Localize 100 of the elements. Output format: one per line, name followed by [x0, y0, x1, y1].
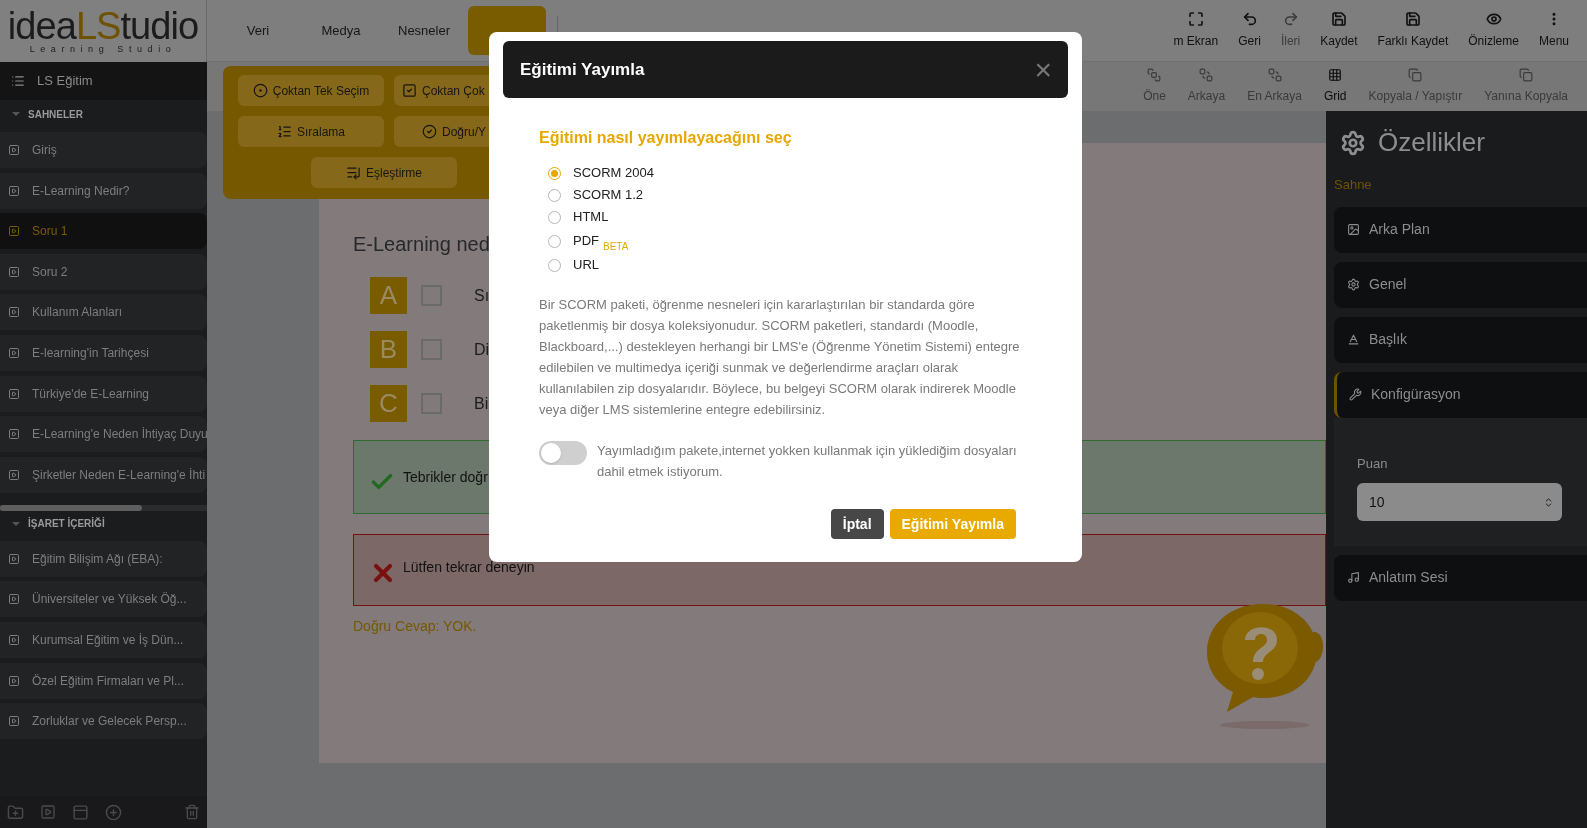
project-title: LS Eğitim [37, 72, 93, 91]
caret-icon [12, 112, 20, 116]
copy-icon [1408, 68, 1423, 82]
cancel-button[interactable]: İptal [830, 509, 884, 539]
scene-label: Şirketler Neden E-Learning'e İhti [32, 466, 206, 484]
option-text: Sı [474, 285, 490, 306]
top-tab[interactable]: Nesneler [385, 6, 464, 55]
scene-item[interactable]: Soru 2 [0, 253, 207, 290]
scene-item[interactable]: E-learning'in Tarihçesi [0, 334, 207, 371]
description-text: Bir SCORM paketi, öğrenme nesneleri için kararlaştırılan bir standarda göre paketlenmiş bir dosya koleksiyonudur. SCORM paketleri, standardı (Moodle, Blackboard,...) destekleyen herhangi bir LMS'e (Öğrenme Yönetim Sistemi) entegre edilebilen ve multimedya içeriği sunmak ve değerlendirme araçları olarak kullanılabilen zip dosyalarıdır. Böylece, bu belgeyi SCORM olarak indirerek Moodle veya diğer LMS sistemlerine entegre edebilirsiniz. [539, 296, 1021, 419]
toggle-label: Yayımladığım pakete,internet yokken kullanmak için yüklediğim dosyaları dahil etmek istiyorum. [597, 442, 1018, 481]
scene-item[interactable]: Zorluklar ve Gelecek Persp... [0, 703, 207, 740]
answer-checkbox[interactable] [421, 393, 442, 414]
scene-label: Zorluklar ve Gelecek Persp... [32, 713, 187, 731]
scene-item[interactable]: E-Learning'e Neden İhtiyaç Duyu [0, 416, 207, 453]
scene-item[interactable]: Türkiye'de E-Learning [0, 375, 207, 412]
scene-label: Kurumsal Eğitim ve İş Dün... [32, 631, 184, 649]
grid-icon [1328, 68, 1343, 82]
radio-icon [252, 83, 268, 98]
top-tab[interactable]: Veri [219, 6, 297, 55]
toolbar-button[interactable]: Grid [1312, 62, 1358, 111]
toggle-switch[interactable] [539, 441, 587, 465]
toolbar-button[interactable]: Menu [1528, 0, 1579, 61]
format-label: SCORM 1.2 [573, 186, 644, 205]
image-icon [1347, 223, 1360, 236]
caret-icon [12, 521, 20, 526]
feedback-text: Lütfen tekrar deneyin [403, 557, 535, 577]
wrench-icon [1349, 388, 1362, 401]
toolbar-button[interactable]: Farklı Kaydet [1367, 0, 1459, 61]
play-square-icon [8, 265, 20, 278]
toolbar-button[interactable]: Önizleme [1458, 0, 1529, 61]
layers-icon [1147, 68, 1162, 82]
scene-label: E-Learning Nedir? [32, 182, 130, 200]
scene-label: Kullanım Alanları [32, 304, 123, 322]
play-square-icon [8, 306, 20, 319]
play-square-icon [8, 674, 20, 687]
scene-item[interactable]: Üniversiteler ve Yüksek Öğ... [0, 581, 207, 618]
answer-checkbox[interactable] [421, 285, 442, 306]
save-icon [1330, 11, 1347, 27]
scene-label: Soru 2 [32, 263, 68, 281]
folder-plus-icon[interactable] [7, 803, 24, 821]
close-button[interactable]: × [1034, 54, 1052, 85]
list-icon [346, 165, 361, 180]
toolbar-button[interactable]: Geri [1228, 0, 1271, 61]
answer-checkbox[interactable] [421, 339, 442, 360]
spinner-icon [1543, 496, 1554, 508]
list-icon [11, 74, 25, 88]
number-field[interactable]: 10 [1357, 483, 1562, 521]
scene-label: Soru 1 [32, 223, 68, 241]
scene-item[interactable]: Eğitim Bilişim Ağı (EBA): [0, 540, 207, 577]
format-label: SCORM 2004 [573, 164, 654, 183]
property-section[interactable]: Arka Plan [1334, 206, 1587, 253]
play-square-icon [8, 552, 20, 565]
scene-item[interactable]: E-Learning Nedir? [0, 172, 207, 209]
add-circle-icon[interactable] [105, 803, 122, 821]
publish-button[interactable]: Eğitimi Yayımla [889, 509, 1016, 539]
play-square-icon [8, 144, 20, 156]
interaction-type-button[interactable]: Sıralama [238, 116, 384, 147]
scene-item[interactable]: Giriş [0, 132, 207, 168]
scene-item[interactable]: Özel Eğitim Firmaları ve Pl... [0, 662, 207, 699]
interaction-type-button[interactable]: Eşleştirme [311, 157, 457, 188]
scene-item[interactable]: Soru 1 [0, 213, 207, 250]
scene-label: Eğitim Bilişim Ağı (EBA): [32, 550, 163, 568]
undo-icon [1241, 11, 1258, 27]
format-label: URL [573, 256, 599, 275]
scene-item[interactable]: Şirketler Neden E-Learning'e İhti [0, 456, 207, 493]
property-section[interactable]: Konfigürasyon [1334, 371, 1587, 418]
toolbar-button[interactable]: Kaydet [1310, 0, 1368, 61]
format-label: PDF [573, 232, 599, 251]
interaction-type-button[interactable]: Çoktan Tek Seçim [238, 75, 384, 106]
play-square-icon [8, 468, 20, 481]
play-square-icon [8, 387, 20, 400]
property-section[interactable]: Anlatım Sesi [1334, 554, 1587, 601]
top-tab[interactable]: Medya [302, 6, 380, 55]
property-section[interactable]: Genel [1334, 261, 1587, 308]
redo-icon [1282, 11, 1299, 27]
play-square-icon [8, 633, 20, 646]
scene-label: E-Learning'e Neden İhtiyaç Duyu [32, 426, 208, 444]
toolbar-button[interactable]: m Ekran [1163, 0, 1229, 61]
logo: ideaLStudio Learning Studio [0, 0, 207, 62]
checkbox-icon [402, 83, 417, 98]
play-square-icon[interactable] [40, 804, 56, 820]
section-label: Sahne [1334, 176, 1372, 194]
ordered-list-icon [277, 124, 292, 139]
check-circle-icon [422, 124, 437, 139]
feedback-text: Tebrikler doğr [403, 467, 488, 487]
scene-label: Giriş [32, 142, 57, 159]
play-square-icon [8, 715, 20, 728]
panel-icon[interactable] [72, 803, 89, 821]
property-section[interactable]: Başlık [1334, 316, 1587, 363]
fullscreen-icon [1187, 11, 1204, 27]
option-letter: A [370, 277, 407, 314]
eye-icon [1485, 11, 1502, 27]
play-square-icon [8, 184, 20, 197]
scene-item[interactable]: Kullanım Alanları [0, 294, 207, 331]
scene-label: Özel Eğitim Firmaları ve Pl... [32, 672, 185, 690]
text-underline-icon [1347, 333, 1360, 346]
scene-item[interactable]: Kurumsal Eğitim ve İş Dün... [0, 621, 207, 658]
trash-icon[interactable] [184, 804, 200, 820]
scrollbar-thumb[interactable] [0, 504, 142, 511]
